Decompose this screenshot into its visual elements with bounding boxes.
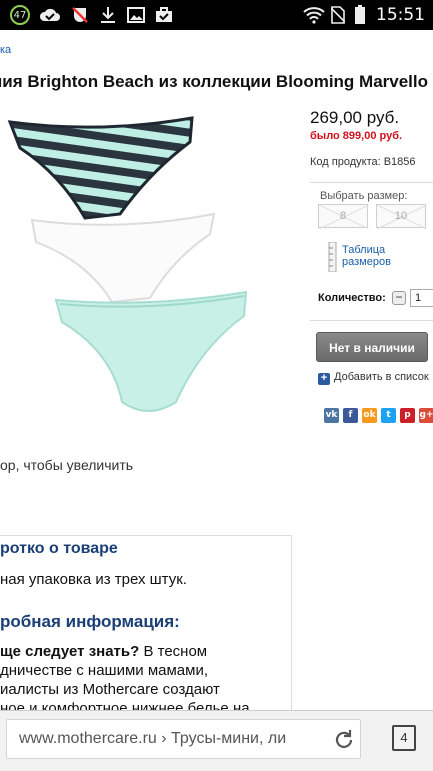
ruler-icon	[328, 242, 337, 272]
url-field[interactable]: www.mothercare.ru › Трусы-мини, ли	[6, 719, 361, 759]
size-option-label: 8	[339, 210, 347, 222]
brief-description-title: ротко о товаре	[0, 540, 118, 557]
browser-toolbar: www.mothercare.ru › Трусы-мини, ли 4	[0, 710, 433, 771]
notification-count-badge: 47	[10, 5, 30, 25]
google-plus-icon[interactable]: g+	[419, 408, 433, 423]
plus-icon: +	[318, 373, 330, 385]
gallery-icon	[126, 5, 146, 25]
detail-line: дничестве с нашими мамами,	[0, 661, 290, 680]
product-image[interactable]	[0, 102, 300, 462]
old-price: было 899,00 руб.	[310, 130, 403, 142]
detail-line-text: дничестве с нашими мамами,	[0, 662, 208, 679]
detail-info-text: ще следует знать? В тесном дничестве с н…	[0, 642, 290, 718]
size-option-8[interactable]: 8	[318, 204, 369, 229]
size-label: Выбрать размер:	[320, 190, 408, 202]
detail-line: иалисты из Mothercare создают	[0, 680, 290, 699]
battery-icon	[350, 5, 370, 25]
wishlist-label: Добавить в список	[334, 371, 429, 383]
tab-switcher-button[interactable]: 4	[392, 725, 416, 751]
wifi-icon	[302, 5, 326, 25]
vk-icon[interactable]: vk	[324, 408, 339, 423]
breadcrumb[interactable]: ка	[0, 44, 11, 56]
product-code: Код продукта: B1856	[310, 156, 416, 168]
detail-line: ще следует знать? В тесном	[0, 642, 290, 661]
briefcase-check-icon	[154, 5, 174, 25]
white-brief	[30, 212, 216, 304]
size-table-label[interactable]: Таблица размеров	[342, 244, 412, 268]
size-option-10[interactable]: 10	[376, 204, 427, 229]
twitter-icon[interactable]: t	[381, 408, 396, 423]
detail-info-title: робная информация:	[0, 612, 180, 631]
detail-line-text: иалисты из Mothercare создают	[0, 681, 220, 698]
page-content: ка ния Brighton Beach из коллекции Bloom…	[0, 30, 433, 720]
page-title: ния Brighton Beach из коллекции Blooming…	[0, 72, 428, 91]
quantity-input[interactable]: 1	[410, 289, 433, 307]
striped-brief	[7, 116, 194, 220]
current-price: 269,00 руб.	[310, 108, 400, 127]
cloud-check-icon	[38, 5, 62, 25]
facebook-icon[interactable]: f	[343, 408, 358, 423]
no-sim-icon	[330, 5, 346, 25]
divider	[310, 182, 433, 183]
detail-line-bold: ще следует знать?	[0, 643, 140, 660]
status-time: 15:51	[376, 5, 425, 25]
url-text[interactable]: www.mothercare.ru › Трусы-мини, ли	[19, 730, 319, 748]
pinterest-icon[interactable]: p	[400, 408, 415, 423]
quantity-label: Количество:	[318, 292, 386, 304]
detail-line-text: В тесном	[139, 643, 208, 660]
quantity-decrement-button[interactable]: −	[392, 291, 406, 305]
add-to-wishlist-link[interactable]: + Добавить в список	[318, 371, 429, 385]
reload-icon[interactable]	[332, 728, 356, 752]
out-of-stock-button[interactable]: Нет в наличии	[316, 332, 428, 362]
odnoklassniki-icon[interactable]: ok	[362, 408, 377, 423]
divider	[310, 320, 433, 321]
muted-shield-icon	[70, 5, 90, 25]
brief-description-text: ная упаковка из трех штук.	[0, 571, 187, 588]
status-bar: 47 15:51	[0, 0, 433, 30]
mint-brief	[54, 290, 248, 412]
size-option-label: 10	[394, 210, 408, 222]
zoom-hint: ор, чтобы увеличить	[0, 457, 134, 473]
download-icon	[98, 5, 118, 25]
